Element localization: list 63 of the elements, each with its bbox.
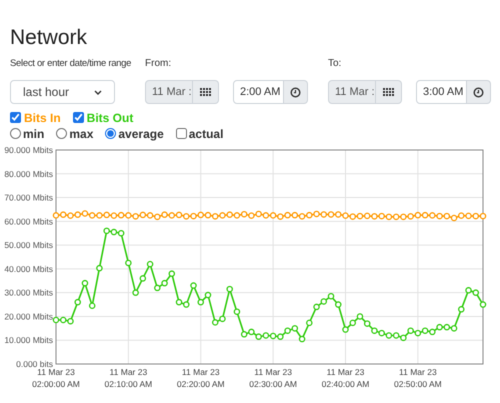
time-field[interactable]: 3:00 AM [416, 80, 467, 104]
date-field[interactable]: 11 Mar : [328, 80, 376, 104]
data-point [234, 308, 240, 315]
from-label: From: [145, 58, 172, 70]
data-point [226, 286, 233, 292]
x-tick-label: 11 Mar 23 02:20:00 AM [176, 367, 225, 389]
x-tick-label: 11 Mar 23 02:50:00 AM [394, 367, 442, 389]
data-point [74, 298, 81, 306]
data-point [96, 264, 103, 272]
series-checkbox[interactable] [72, 112, 84, 123]
date-field[interactable]: 11 Mar : [145, 80, 193, 104]
to-label: To: [328, 58, 342, 70]
y-tick-label: 60.000 Mbits [4, 216, 53, 226]
series-checkbox[interactable] [10, 112, 21, 123]
x-tick-label: 11 Mar 23 02:40:00 AM [322, 367, 370, 389]
mode-checkbox[interactable] [176, 128, 187, 139]
range-select[interactable]: last hour [10, 80, 115, 104]
series-toggle-label: Bits Out [86, 110, 134, 126]
data-point [146, 260, 154, 268]
chevron-down-icon [94, 90, 102, 94]
data-point [140, 275, 146, 282]
y-tick-label: 40.000 Mbits [4, 264, 53, 274]
data-point [82, 280, 88, 286]
x-tick-label: 11 Mar 23 02:00:00 AM [32, 367, 80, 389]
mode-radio[interactable] [10, 128, 21, 139]
y-tick-label: 0.000 bits [16, 359, 53, 369]
data-point [298, 336, 306, 342]
calendar-button[interactable] [376, 80, 402, 104]
data-point [458, 306, 465, 313]
mode-label: average [118, 126, 164, 142]
time-field[interactable]: 2:00 AM [233, 80, 284, 104]
data-point [125, 260, 132, 266]
data-point [480, 301, 486, 308]
clock-button[interactable] [284, 80, 308, 104]
series-toggle-label: Bits In [24, 110, 61, 126]
data-point [190, 282, 197, 289]
y-tick-label: 90.000 Mbits [4, 145, 53, 155]
mode-radio[interactable] [56, 128, 68, 139]
calendar-icon [383, 88, 394, 96]
clock-icon [473, 86, 484, 98]
data-point [335, 301, 342, 308]
mode-label: min [23, 126, 44, 142]
y-tick-label: 20.000 Mbits [4, 311, 53, 322]
x-tick-label: 11 Mar 23 02:30:00 AM [249, 367, 297, 389]
mode-label: max [69, 126, 94, 142]
clock-button[interactable] [467, 80, 491, 104]
mode-radio[interactable] [105, 128, 116, 139]
y-tick-label: 50.000 Mbits [4, 240, 53, 250]
calendar-icon [200, 88, 211, 96]
data-point [168, 270, 176, 277]
y-tick-label: 10.000 Mbits [4, 335, 53, 346]
y-tick-label: 30.000 Mbits [4, 288, 53, 298]
clock-icon [290, 86, 301, 98]
calendar-button[interactable] [193, 80, 219, 104]
data-point [132, 289, 139, 296]
x-tick-label: 11 Mar 23 02:10:00 AM [104, 367, 152, 389]
data-point [306, 320, 313, 326]
data-point [88, 302, 96, 309]
range-label: Select or enter date/time range [10, 58, 132, 70]
mode-label: actual [188, 126, 224, 142]
y-tick-label: 80.000 Mbits [4, 168, 53, 179]
y-tick-label: 70.000 Mbits [4, 192, 53, 203]
page-title: Network [10, 26, 88, 50]
